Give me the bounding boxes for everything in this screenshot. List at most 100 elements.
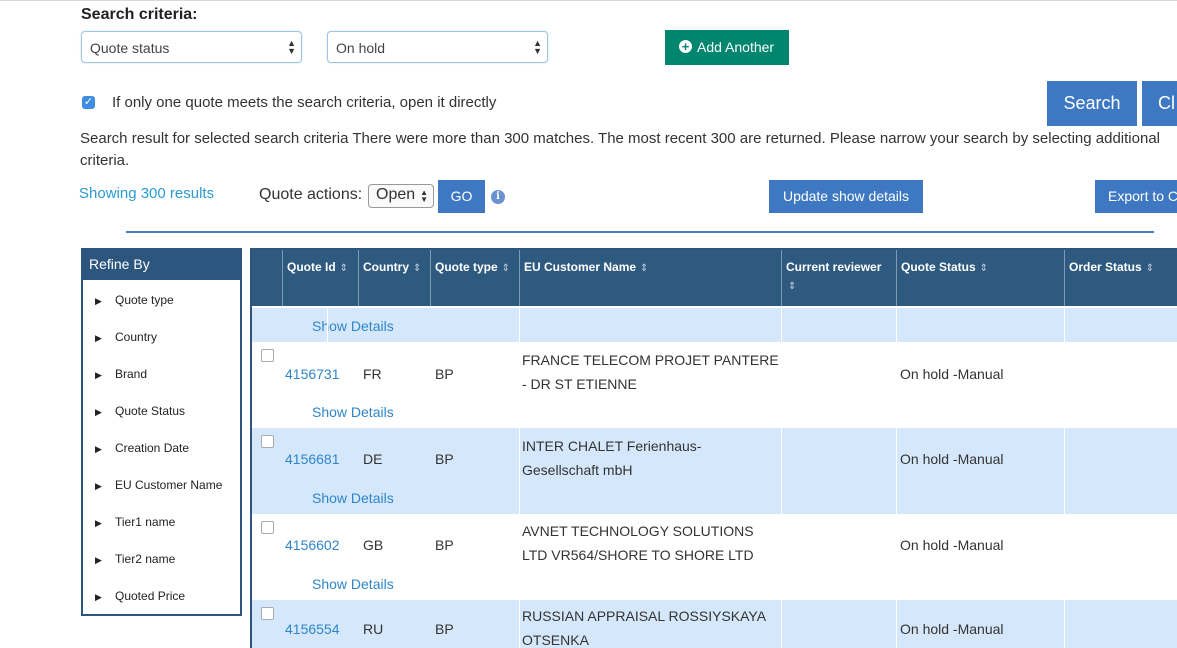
show-details-link[interactable]: Show Details (312, 490, 394, 506)
go-button[interactable]: GO (438, 180, 485, 213)
quote-id-link[interactable]: 4156681 (285, 451, 340, 467)
column-header-country[interactable]: Country ⇕ (358, 250, 430, 306)
quote-type-cell: BP (435, 366, 454, 382)
showing-results-link[interactable]: Showing 300 results (79, 185, 214, 202)
expand-triangle-icon: ▶ (95, 444, 102, 454)
criteria-field-select[interactable]: Quote status ▲ ▼ (81, 31, 302, 63)
show-details-row: Show Details (252, 394, 1177, 428)
show-details-link[interactable]: Show Details (312, 576, 394, 592)
refine-item-label: Quoted Price (115, 589, 186, 603)
quote-id-link[interactable]: 4156602 (285, 537, 340, 553)
refine-item-creation-date[interactable]: ▶ Creation Date (95, 441, 189, 455)
customer-name-line2: - DR ST ETIENNE (522, 376, 637, 392)
customer-name-line1: AVNET TECHNOLOGY SOLUTIONS (522, 523, 754, 539)
expand-triangle-icon: ▶ (95, 555, 102, 565)
add-another-label: Add Another (697, 39, 775, 55)
criteria-value-value: On hold (336, 40, 386, 56)
column-header-quote-id[interactable]: Quote Id ⇕ (282, 250, 358, 306)
show-details-row: Show Details (252, 566, 1177, 600)
refine-item-label: EU Customer Name (115, 478, 223, 492)
sort-icon: ⇕ (979, 263, 989, 274)
row-checkbox[interactable] (261, 607, 274, 620)
section-divider (126, 231, 1154, 233)
quote-actions-select[interactable]: Open ▲ ▼ (368, 184, 434, 208)
table-row: 4156731 FR BP FRANCE TELECOM PROJET PANT… (252, 342, 1177, 394)
quote-status-cell: On hold -Manual (900, 537, 1004, 553)
refine-item-tier1-name[interactable]: ▶ Tier1 name (95, 515, 175, 529)
sort-icon: ⇕ (501, 263, 511, 274)
quote-actions-value: Open (376, 186, 416, 203)
refine-item-label: Tier1 name (115, 515, 176, 529)
refine-item-label: Quote type (115, 293, 174, 307)
quote-id-link[interactable]: 4156731 (285, 366, 340, 382)
select-arrows-icon: ▲ ▼ (420, 188, 428, 204)
refine-item-brand[interactable]: ▶ Brand (95, 367, 147, 381)
column-separator (358, 342, 359, 394)
column-separator (327, 308, 328, 342)
quote-type-cell: BP (435, 537, 454, 553)
expand-triangle-icon: ▶ (95, 518, 102, 528)
row-checkbox[interactable] (261, 521, 274, 534)
customer-name-line1: INTER CHALET Ferienhaus- (522, 438, 702, 454)
expand-triangle-icon: ▶ (95, 333, 102, 343)
sort-icon: ⇕ (413, 263, 422, 274)
quote-status-cell: On hold -Manual (900, 621, 1004, 637)
refine-panel: Refine By ▶ Quote type ▶ Country ▶ Brand ▶ Q… (81, 248, 242, 616)
refine-item-country[interactable]: ▶ Country (95, 330, 157, 344)
expand-triangle-icon: ▶ (95, 407, 102, 417)
column-label: Current reviewer (786, 260, 882, 274)
customer-name-line1: FRANCE TELECOM PROJET PANTERE (522, 352, 779, 368)
column-header-current-reviewer[interactable]: Current reviewer ⇕ (781, 250, 896, 306)
table-row: 4156681 DE BP INTER CHALET Ferienhaus- G… (252, 428, 1177, 480)
show-details-row: Show Details (252, 308, 1177, 342)
quote-id-link[interactable]: 4156554 (285, 621, 340, 637)
refine-item-label: Brand (115, 367, 148, 381)
show-details-row: Show Details (252, 480, 1177, 514)
update-show-details-button[interactable]: Update show details (769, 180, 923, 213)
quote-status-cell: On hold -Manual (900, 451, 1004, 467)
search-criteria-label: Search criteria: (81, 6, 198, 23)
column-header-quote-type[interactable]: Quote type ⇕ (430, 250, 519, 306)
search-result-message: Search result for selected search criter… (80, 130, 1160, 169)
refine-item-quote-status[interactable]: ▶ Quote Status (95, 404, 185, 418)
top-border (0, 0, 1177, 1)
plus-circle-icon: + (679, 40, 692, 53)
refine-title: Refine By (83, 250, 240, 280)
show-details-link[interactable]: Show Details (312, 318, 394, 334)
refine-item-quote-type[interactable]: ▶ Quote type (95, 293, 174, 307)
refine-item-eu-customer-name[interactable]: ▶ EU Customer Name (95, 478, 222, 492)
column-separator (896, 308, 897, 648)
country-cell: DE (363, 451, 383, 467)
open-directly-checkbox[interactable]: ✓ (82, 96, 95, 109)
row-checkbox[interactable] (261, 435, 274, 448)
column-label: Country (363, 260, 409, 274)
refine-item-label: Creation Date (115, 441, 190, 455)
refine-item-label: Quote Status (115, 404, 186, 418)
row-checkbox[interactable] (261, 349, 274, 362)
select-arrows-icon: ▲ ▼ (287, 38, 296, 56)
customer-name-line1: RUSSIAN APPRAISAL ROSSIYSKAYA (522, 608, 767, 624)
quote-actions-label: Quote actions: (259, 186, 363, 203)
search-button[interactable]: Search (1047, 81, 1137, 126)
country-cell: GB (363, 537, 384, 553)
criteria-value-select[interactable]: On hold ▲ ▼ (327, 31, 548, 63)
column-header-eu-customer-name[interactable]: EU Customer Name ⇕ (519, 250, 781, 306)
info-icon[interactable]: i (491, 190, 505, 204)
column-label: EU Customer Name (524, 260, 637, 274)
expand-triangle-icon: ▶ (95, 296, 102, 306)
refine-item-tier2-name[interactable]: ▶ Tier2 name (95, 552, 175, 566)
show-details-link[interactable]: Show Details (312, 404, 394, 420)
customer-name-line2: LTD VR564/SHORE TO SHORE LTD (522, 547, 754, 563)
column-label: Quote Id (287, 260, 336, 274)
add-another-button[interactable]: + Add Another (665, 30, 789, 65)
open-directly-label: If only one quote meets the search crite… (112, 94, 497, 111)
column-separator (1064, 308, 1065, 648)
refine-item-quoted-price[interactable]: ▶ Quoted Price (95, 589, 185, 603)
column-header-quote-status[interactable]: Quote Status ⇕ (896, 250, 1064, 306)
column-separator (430, 342, 431, 394)
column-separator (781, 308, 782, 648)
export-button[interactable]: Export to C (1095, 180, 1177, 213)
column-header-order-status[interactable]: Order Status ⇕ (1064, 250, 1177, 306)
criteria-field-value: Quote status (90, 40, 170, 56)
clear-button[interactable]: Cl (1142, 81, 1177, 126)
